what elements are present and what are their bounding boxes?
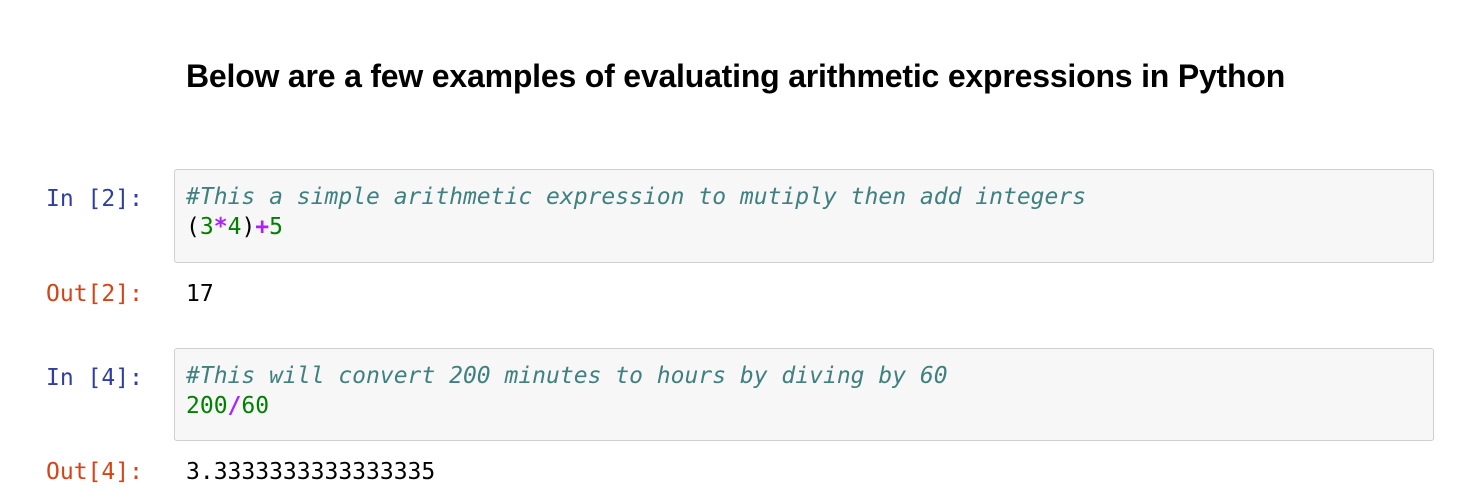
code-cell-input[interactable]: #This will convert 200 minutes to hours … (174, 348, 1434, 441)
code-number: 3 (199, 214, 214, 240)
code-number: 200 (186, 393, 228, 419)
code-comment: #This will convert 200 minutes to hours … (186, 363, 948, 389)
code-cell-input[interactable]: #This a simple arithmetic expression to … (174, 169, 1434, 263)
code-line: 200/60 (186, 391, 1433, 421)
code-line: #This will convert 200 minutes to hours … (186, 361, 1433, 391)
output-prompt: Out[4]: (46, 459, 143, 485)
code-number: 60 (241, 393, 270, 419)
markdown-heading: Below are a few examples of evaluating a… (186, 58, 1286, 94)
code-number: 5 (269, 214, 284, 240)
cell-output: 3.3333333333333335 (186, 459, 436, 485)
code-number: 4 (227, 214, 242, 240)
code-paren: ) (241, 214, 256, 240)
input-prompt: In [2]: (46, 186, 143, 212)
markdown-cell[interactable]: Below are a few examples of evaluating a… (186, 58, 1386, 95)
code-paren: ( (186, 214, 200, 240)
code-operator: / (227, 393, 242, 419)
cell-output: 17 (186, 281, 214, 307)
code-operator: + (255, 214, 270, 240)
code-operator: * (213, 214, 228, 240)
code-line: #This a simple arithmetic expression to … (186, 182, 1433, 212)
code-comment: #This a simple arithmetic expression to … (186, 184, 1087, 210)
output-prompt: Out[2]: (46, 281, 143, 307)
input-prompt: In [4]: (46, 365, 143, 391)
code-line: (3*4)+5 (186, 212, 1433, 242)
